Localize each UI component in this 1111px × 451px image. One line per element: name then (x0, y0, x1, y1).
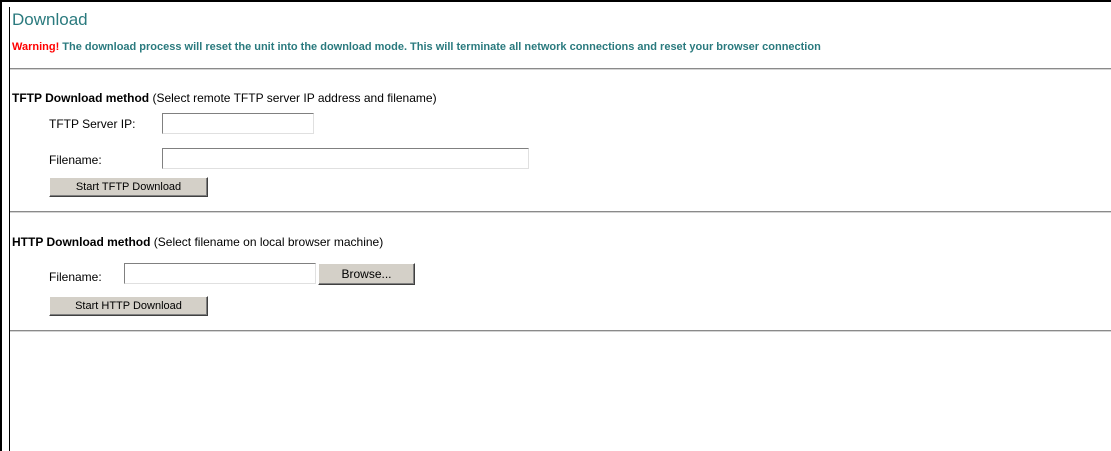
tftp-heading-title: TFTP Download method (12, 91, 150, 105)
browser-frame: Download Warning! The download process w… (0, 0, 1111, 451)
divider (10, 68, 1111, 70)
http-filename-input[interactable] (124, 263, 316, 284)
http-heading-note: (Select filename on local browser machin… (150, 235, 384, 249)
warning-text: The download process will reset the unit… (59, 41, 821, 53)
tftp-section-heading: TFTP Download method (Select remote TFTP… (12, 91, 437, 105)
start-http-download-button[interactable]: Start HTTP Download (49, 296, 208, 316)
tftp-filename-input[interactable] (162, 148, 529, 169)
start-tftp-download-button[interactable]: Start TFTP Download (49, 177, 208, 197)
warning-message: Warning! The download process will reset… (12, 40, 821, 54)
warning-label: Warning! (12, 41, 60, 53)
http-filename-label: Filename: (49, 270, 102, 284)
download-page: Download Warning! The download process w… (9, 7, 1111, 451)
tftp-server-ip-input[interactable] (162, 113, 314, 134)
http-heading-title: HTTP Download method (12, 235, 151, 249)
divider (10, 330, 1111, 332)
page-title: Download (12, 10, 88, 29)
tftp-filename-label: Filename: (49, 153, 102, 167)
http-section-heading: HTTP Download method (Select filename on… (12, 235, 383, 249)
divider (10, 211, 1111, 213)
tftp-server-ip-label: TFTP Server IP: (49, 117, 136, 131)
browse-button[interactable]: Browse... (318, 263, 415, 285)
tftp-heading-note: (Select remote TFTP server IP address an… (149, 91, 437, 105)
